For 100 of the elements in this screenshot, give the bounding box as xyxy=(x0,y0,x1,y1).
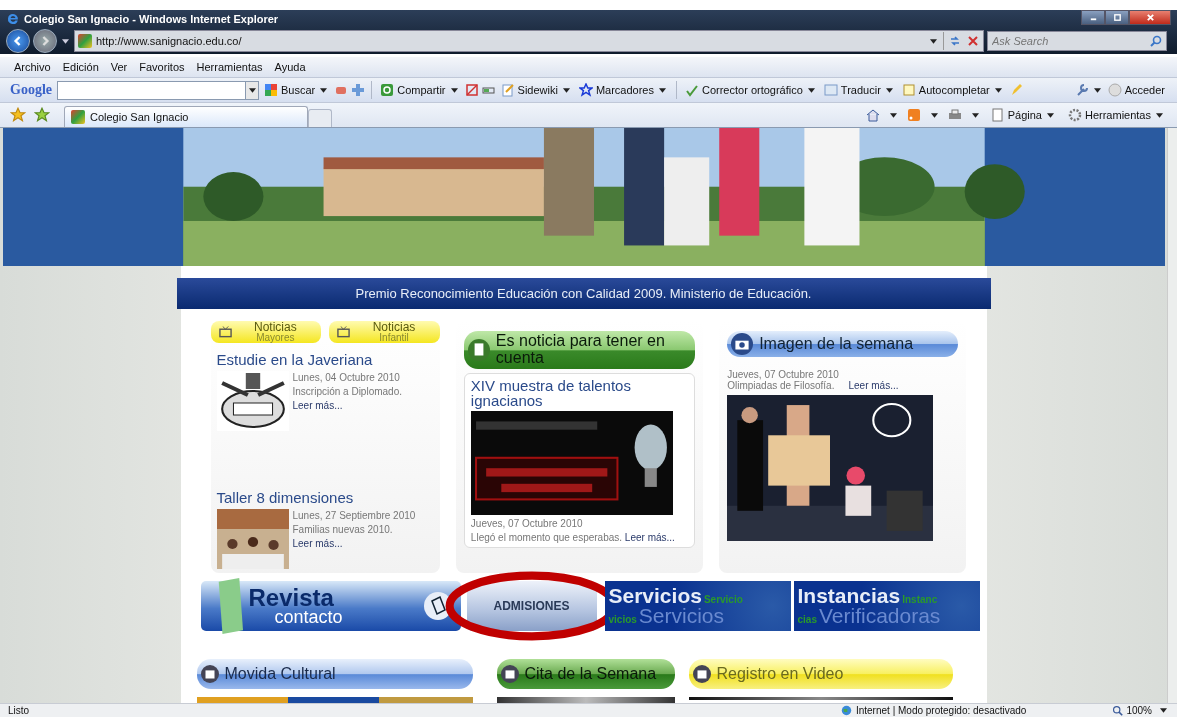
restore-button[interactable] xyxy=(1105,10,1129,25)
read-more-link[interactable]: Leer más... xyxy=(848,380,899,391)
news-title[interactable]: Estudie en la Javeriana xyxy=(216,351,434,368)
caret-icon[interactable] xyxy=(62,38,69,44)
page-menu-button[interactable]: Página xyxy=(988,108,1058,122)
news-date: Lunes, 04 Octubre 2010 xyxy=(292,371,401,385)
google-search-field[interactable] xyxy=(57,80,259,100)
menu-item[interactable]: Edición xyxy=(62,61,99,73)
menu-banner[interactable]: Servicios Servicio vicios Servicios xyxy=(604,581,791,631)
menu-item[interactable]: Ver xyxy=(110,61,128,73)
menu-item[interactable]: Herramientas xyxy=(196,61,263,73)
forward-button[interactable] xyxy=(33,29,57,53)
menu-banner[interactable]: Revista contacto xyxy=(200,581,461,631)
banner-title: Servicios xyxy=(608,586,702,606)
popup-blocker-icon[interactable] xyxy=(464,83,479,97)
site-icon xyxy=(71,110,85,124)
banner-echo-text: Instanc xyxy=(902,595,938,605)
refresh-icon[interactable] xyxy=(948,34,962,48)
back-button[interactable] xyxy=(6,29,30,53)
banner-echo-text: Servicio xyxy=(703,595,743,605)
menu-banner[interactable]: Instancias Instanc ciasVerificadoras xyxy=(793,581,980,631)
caret-icon[interactable] xyxy=(971,112,979,118)
caret-icon[interactable] xyxy=(930,38,937,44)
scrollbar[interactable] xyxy=(1167,128,1177,703)
checkmark-icon xyxy=(685,83,699,97)
document-icon xyxy=(467,338,490,361)
autofill-button[interactable]: Autocompletar xyxy=(899,83,1006,97)
banner-subtitle: contacto xyxy=(273,608,343,625)
caret-icon xyxy=(807,87,815,93)
tv-icon xyxy=(337,326,351,338)
section-header[interactable]: Cita de la Semana xyxy=(496,659,675,689)
security-zone: Internet | Modo protegido: desactivado xyxy=(855,705,1027,716)
news-date: Lunes, 27 Septiembre 2010 xyxy=(292,509,416,523)
section-header[interactable]: Registro en Video xyxy=(688,659,953,689)
section-icon xyxy=(200,665,219,683)
favorites-star-icon[interactable] xyxy=(10,107,26,123)
search-button[interactable]: Buscar xyxy=(262,83,332,97)
site-icon xyxy=(78,34,92,48)
read-more-link[interactable]: Leer más... xyxy=(292,399,402,413)
gear-icon xyxy=(1067,108,1082,122)
menu-item[interactable]: Archivo xyxy=(14,61,51,73)
caret-icon xyxy=(562,87,570,93)
caret-icon xyxy=(659,87,666,93)
google-logo: Google xyxy=(10,82,52,98)
caret-icon xyxy=(450,87,458,93)
featured-header-text: Es noticia para tener en cuenta xyxy=(495,333,666,367)
menu-item[interactable]: Ayuda xyxy=(274,61,306,73)
window-title: Colegio San Ignacio - Windows Internet Explorer xyxy=(24,13,279,25)
plus-icon[interactable] xyxy=(351,83,366,97)
sign-in-button[interactable]: Acceder xyxy=(1105,83,1167,97)
search-field[interactable]: Ask Search xyxy=(987,31,1167,51)
banner-subtitle: Servicios xyxy=(638,606,725,626)
search-icon[interactable] xyxy=(1149,34,1163,48)
printer-icon[interactable] xyxy=(947,108,962,122)
home-icon[interactable] xyxy=(865,108,880,122)
image-date: Jueves, 07 Octubre 2010 xyxy=(727,369,840,380)
news-title[interactable]: Taller 8 dimensiones xyxy=(216,489,434,506)
caret-icon xyxy=(994,87,1002,93)
share-icon xyxy=(380,83,395,97)
news-tab[interactable]: Noticias Mayores xyxy=(210,321,322,343)
bookmarks-button[interactable]: Marcadores xyxy=(576,83,670,97)
share-button[interactable]: Compartir xyxy=(378,83,462,97)
section-icon xyxy=(692,665,711,683)
banner-echo-text: vicios xyxy=(608,615,637,625)
caret-icon[interactable] xyxy=(1093,87,1101,93)
browser-tab[interactable]: Colegio San Ignacio xyxy=(64,106,308,127)
add-favorite-icon[interactable] xyxy=(34,107,50,123)
caret-icon[interactable] xyxy=(1160,708,1167,713)
caret-icon xyxy=(885,87,893,93)
address-field[interactable]: http://www.sanignacio.edu.co/ xyxy=(74,30,984,52)
read-more-link[interactable]: Leer más... xyxy=(624,531,675,543)
minimize-button[interactable] xyxy=(1081,10,1105,25)
feed-icon[interactable] xyxy=(906,108,921,122)
camera-icon xyxy=(731,333,754,355)
menu-banner[interactable]: ADMISIONES xyxy=(466,581,597,631)
menu-item[interactable]: Favoritos xyxy=(139,61,185,73)
news-summary: Familias nuevas 2010. xyxy=(292,523,394,537)
read-more-link[interactable]: Leer más... xyxy=(292,537,416,551)
browser-logo-icon xyxy=(6,12,20,26)
star-icon xyxy=(578,83,593,97)
news-tab[interactable]: Noticias Infantil xyxy=(329,321,440,343)
sidewiki-button[interactable]: Sidewiki xyxy=(498,83,574,97)
caret-icon[interactable] xyxy=(889,112,897,118)
tools-menu-button[interactable]: Herramientas xyxy=(1065,108,1167,122)
stop-icon[interactable] xyxy=(966,34,980,48)
caret-icon xyxy=(248,87,256,93)
close-button[interactable] xyxy=(1129,10,1171,25)
section-header[interactable]: Movida Cultural xyxy=(196,659,473,689)
spellcheck-button[interactable]: Corrector ortográfico xyxy=(683,83,819,97)
circle-icon xyxy=(1107,83,1122,97)
zoom-button[interactable]: 100% xyxy=(1110,705,1154,716)
restore-icon xyxy=(1112,13,1122,22)
featured-date: Jueves, 07 Octubre 2010 xyxy=(470,517,584,529)
section-title: Registro en Video xyxy=(716,665,844,683)
image-header-text: Imagen de la semana xyxy=(759,335,914,353)
caret-icon xyxy=(320,87,328,93)
featured-title[interactable]: XIV muestra de talentos ignacianos xyxy=(470,377,689,408)
translate-button[interactable]: Traducir xyxy=(821,83,897,97)
caret-icon[interactable] xyxy=(930,112,938,118)
banner-subtitle: Verificadoras xyxy=(818,606,941,626)
